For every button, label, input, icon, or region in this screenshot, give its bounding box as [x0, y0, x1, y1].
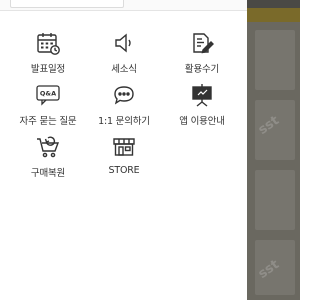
- backdrop-card: [255, 30, 295, 90]
- menu-item-label: 활용수기: [184, 64, 220, 75]
- menu-item-label: 앱 이용안내: [179, 116, 225, 127]
- menu-item-schedule[interactable]: 발표일정: [8, 30, 88, 80]
- qa-bubble-icon: Q&A: [35, 82, 61, 108]
- menu-item-label: 1:1 문의하기: [98, 116, 150, 127]
- chat-bubble-icon: [111, 82, 137, 108]
- menu-item-reviews[interactable]: 활용수기: [162, 30, 242, 80]
- menu-item-label: 발표일정: [30, 64, 66, 75]
- menu-item-inquiry[interactable]: 1:1 문의하기: [84, 82, 164, 132]
- menu-item-store[interactable]: STORE: [84, 134, 164, 184]
- pencil-note-icon: [189, 30, 215, 56]
- menu-item-label: 자주 묻는 질문: [19, 116, 77, 127]
- qa-icon-text: Q&A: [40, 90, 56, 98]
- menu-item-label: 세소식: [111, 64, 137, 75]
- menu-item-label: 구매복원: [30, 168, 66, 179]
- backdrop-card: [255, 170, 295, 230]
- menu-item-label: STORE: [108, 165, 140, 176]
- side-drawer: 발표일정 세소식 활용수기 Q&A 자주 묻는 질문 1:1 문의하기 앱 이용…: [0, 0, 247, 300]
- app-screen: sst sst 발표일정 세소식 활용수기 Q&A 자주 묻는 질문 1:1 문…: [0, 0, 300, 300]
- menu-item-restore-purchase[interactable]: 구매복원: [8, 134, 88, 184]
- presentation-board-icon: [189, 82, 215, 108]
- shopping-cart-icon: [35, 134, 61, 160]
- menu-item-faq[interactable]: Q&A 자주 묻는 질문: [8, 82, 88, 132]
- store-icon: [111, 134, 137, 160]
- search-box[interactable]: [10, 0, 124, 8]
- megaphone-icon: [111, 30, 137, 56]
- menu-item-app-guide[interactable]: 앱 이용안내: [162, 82, 242, 132]
- calendar-icon: [35, 30, 61, 56]
- backdrop-accent-bar: [247, 8, 300, 22]
- menu-item-news[interactable]: 세소식: [84, 30, 164, 80]
- backdrop-header: [247, 0, 300, 8]
- drawer-top-strip: [0, 0, 247, 11]
